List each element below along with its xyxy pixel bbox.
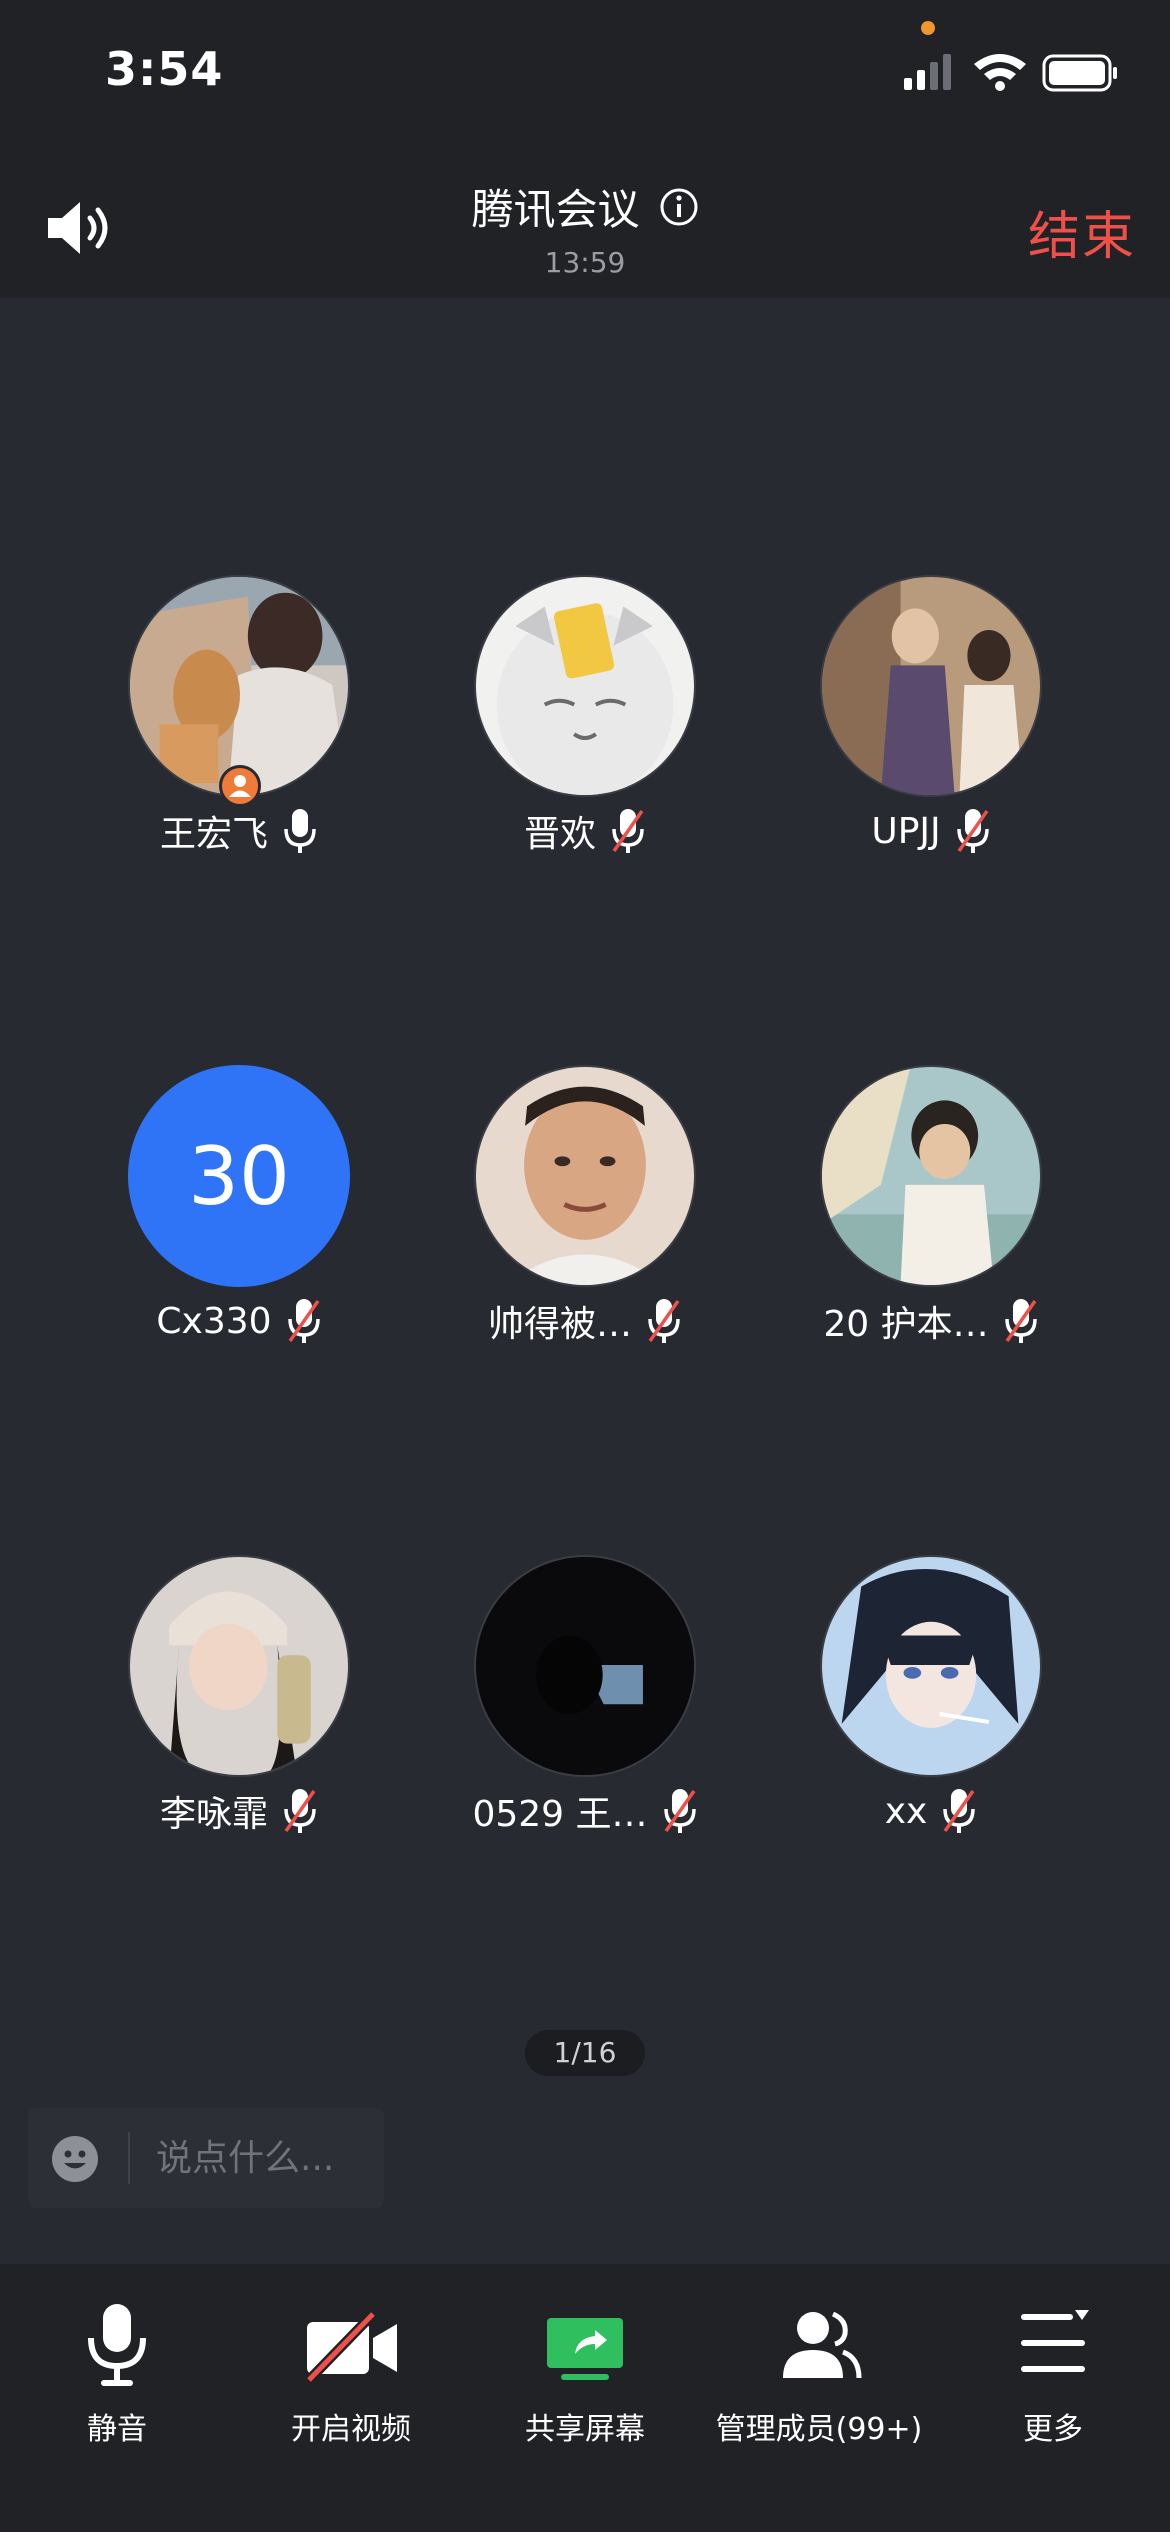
avatar [820, 1555, 1042, 1777]
meeting-screen: 3:54 腾讯会议 13:59 结束 王宏飞 晋欢 UPJJ 30 Cx330 … [0, 0, 1170, 2532]
participant-name-row: 王宏飞 [66, 803, 412, 859]
share-screen-button[interactable]: 共享屏幕 [468, 2300, 702, 2450]
participant-tile[interactable]: 帅得被… [412, 1065, 758, 1365]
participant-name-row: 20 护本… [758, 1293, 1104, 1349]
avatar [128, 1555, 350, 1777]
avatar [128, 575, 350, 797]
participant-tile[interactable]: 30 Cx330 [66, 1065, 412, 1365]
participant-name-row: UPJJ [758, 803, 1104, 859]
video-off-icon [305, 2310, 397, 2384]
mic-muted-icon [648, 1299, 680, 1343]
avatar [474, 1555, 696, 1777]
mic-muted-icon [1004, 1299, 1037, 1343]
tool-label: 静音 [87, 2412, 147, 2447]
bottom-toolbar: 静音 开启视频 共享屏幕 管理成员(99+) 更多 [0, 2264, 1170, 2532]
participant-tile[interactable]: 0529 王… [412, 1555, 758, 1855]
meeting-title: 腾讯会议 [471, 185, 640, 234]
status-time: 3:54 [105, 42, 224, 96]
battery-icon [1042, 54, 1117, 92]
participant-name-row: 0529 王… [412, 1783, 758, 1839]
chat-input[interactable] [156, 2132, 376, 2184]
mic-muted-icon [663, 1789, 696, 1833]
page-indicator: 1/16 [525, 2030, 645, 2076]
header: 3:54 腾讯会议 13:59 结束 [0, 0, 1170, 298]
avatar [474, 1065, 696, 1287]
host-badge-icon [219, 765, 261, 807]
manage-members-button[interactable]: 管理成员(99+) [702, 2300, 936, 2450]
meeting-duration: 13:59 [544, 246, 626, 279]
share-screen-icon [547, 2318, 623, 2380]
participant-name: 李咏霏 [159, 1794, 268, 1835]
participant-name-row: 帅得被… [412, 1293, 758, 1349]
avatar [820, 575, 1042, 797]
participant-tile[interactable]: 王宏飞 [66, 575, 412, 875]
title-wrap: 腾讯会议 [0, 176, 1170, 237]
chat-bar [28, 2108, 384, 2208]
tool-label: 开启视频 [291, 2412, 411, 2447]
start-video-button[interactable]: 开启视频 [234, 2300, 468, 2450]
mic-muted-icon [956, 809, 989, 853]
avatar [474, 575, 696, 797]
participant-tile[interactable]: UPJJ [758, 575, 1104, 875]
mic-on-icon [284, 809, 316, 853]
privacy-indicator-dot [921, 21, 935, 35]
more-button[interactable]: 更多 [936, 2300, 1170, 2450]
tool-label: 更多 [1023, 2412, 1083, 2447]
participant-name: 20 护本… [823, 1304, 989, 1345]
mic-muted-icon [943, 1789, 976, 1833]
mute-button[interactable]: 静音 [0, 2300, 234, 2450]
participant-tile[interactable]: 20 护本… [758, 1065, 1104, 1365]
chat-divider [128, 2132, 130, 2184]
end-meeting-button[interactable]: 结束 [1028, 194, 1136, 269]
participant-name-row: xx [758, 1783, 1104, 1839]
participant-name: 晋欢 [523, 814, 596, 855]
participant-name: 帅得被… [487, 1304, 632, 1345]
tool-label: 管理成员(99+) [715, 2412, 923, 2447]
participant-tile[interactable]: 李咏霏 [66, 1555, 412, 1855]
participant-tile[interactable]: xx [758, 1555, 1104, 1855]
avatar [820, 1065, 1042, 1287]
mic-muted-icon [612, 809, 644, 853]
participant-name-row: Cx330 [66, 1293, 412, 1349]
more-icon [1021, 2310, 1089, 2372]
participant-name: 王宏飞 [159, 814, 268, 855]
status-icons [904, 50, 1124, 100]
tool-label: 共享屏幕 [525, 2412, 645, 2447]
participant-name: Cx330 [156, 1300, 272, 1342]
participant-name: 0529 王… [472, 1794, 648, 1835]
mic-muted-icon [284, 1789, 316, 1833]
info-icon[interactable] [659, 187, 699, 227]
emoji-icon[interactable] [50, 2134, 100, 2184]
wifi-icon [974, 54, 1026, 91]
avatar-initials: 30 [128, 1065, 350, 1287]
mic-muted-icon [287, 1299, 320, 1343]
participant-tile[interactable]: 晋欢 [412, 575, 758, 875]
participant-name: UPJJ [871, 810, 941, 852]
participant-name-row: 李咏霏 [66, 1783, 412, 1839]
participant-name: xx [884, 1790, 928, 1832]
members-icon [783, 2311, 862, 2379]
microphone-icon [88, 2304, 146, 2386]
participant-name-row: 晋欢 [412, 803, 758, 859]
signal-icon [904, 54, 951, 90]
